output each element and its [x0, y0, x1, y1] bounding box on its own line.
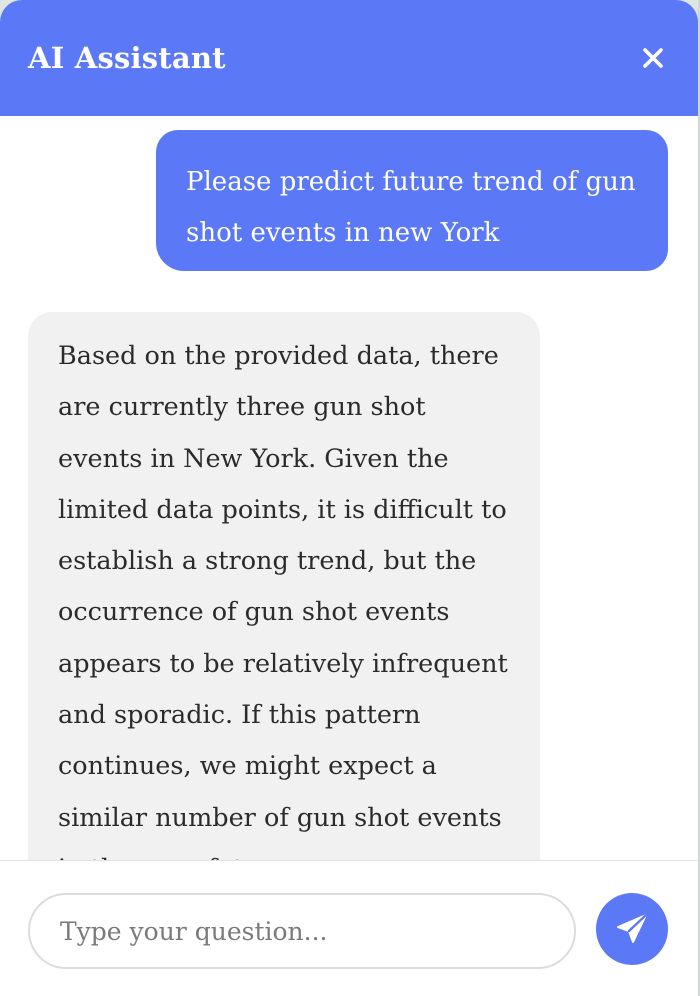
question-input-wrapper[interactable]	[28, 893, 576, 969]
composer	[0, 860, 698, 996]
chat-title: AI Assistant	[28, 41, 226, 75]
chat-header: AI Assistant	[0, 0, 698, 116]
assistant-message: Based on the provided data, there are cu…	[28, 312, 540, 860]
question-input[interactable]	[60, 916, 544, 946]
chat-panel: AI Assistant Please predict future trend…	[0, 0, 698, 996]
close-button[interactable]	[638, 43, 668, 73]
paper-plane-icon	[617, 913, 648, 943]
user-message: Please predict future trend of gun shot …	[156, 130, 668, 271]
send-button[interactable]	[596, 893, 668, 965]
close-icon	[643, 48, 663, 68]
message-list[interactable]: Please predict future trend of gun shot …	[0, 116, 698, 860]
